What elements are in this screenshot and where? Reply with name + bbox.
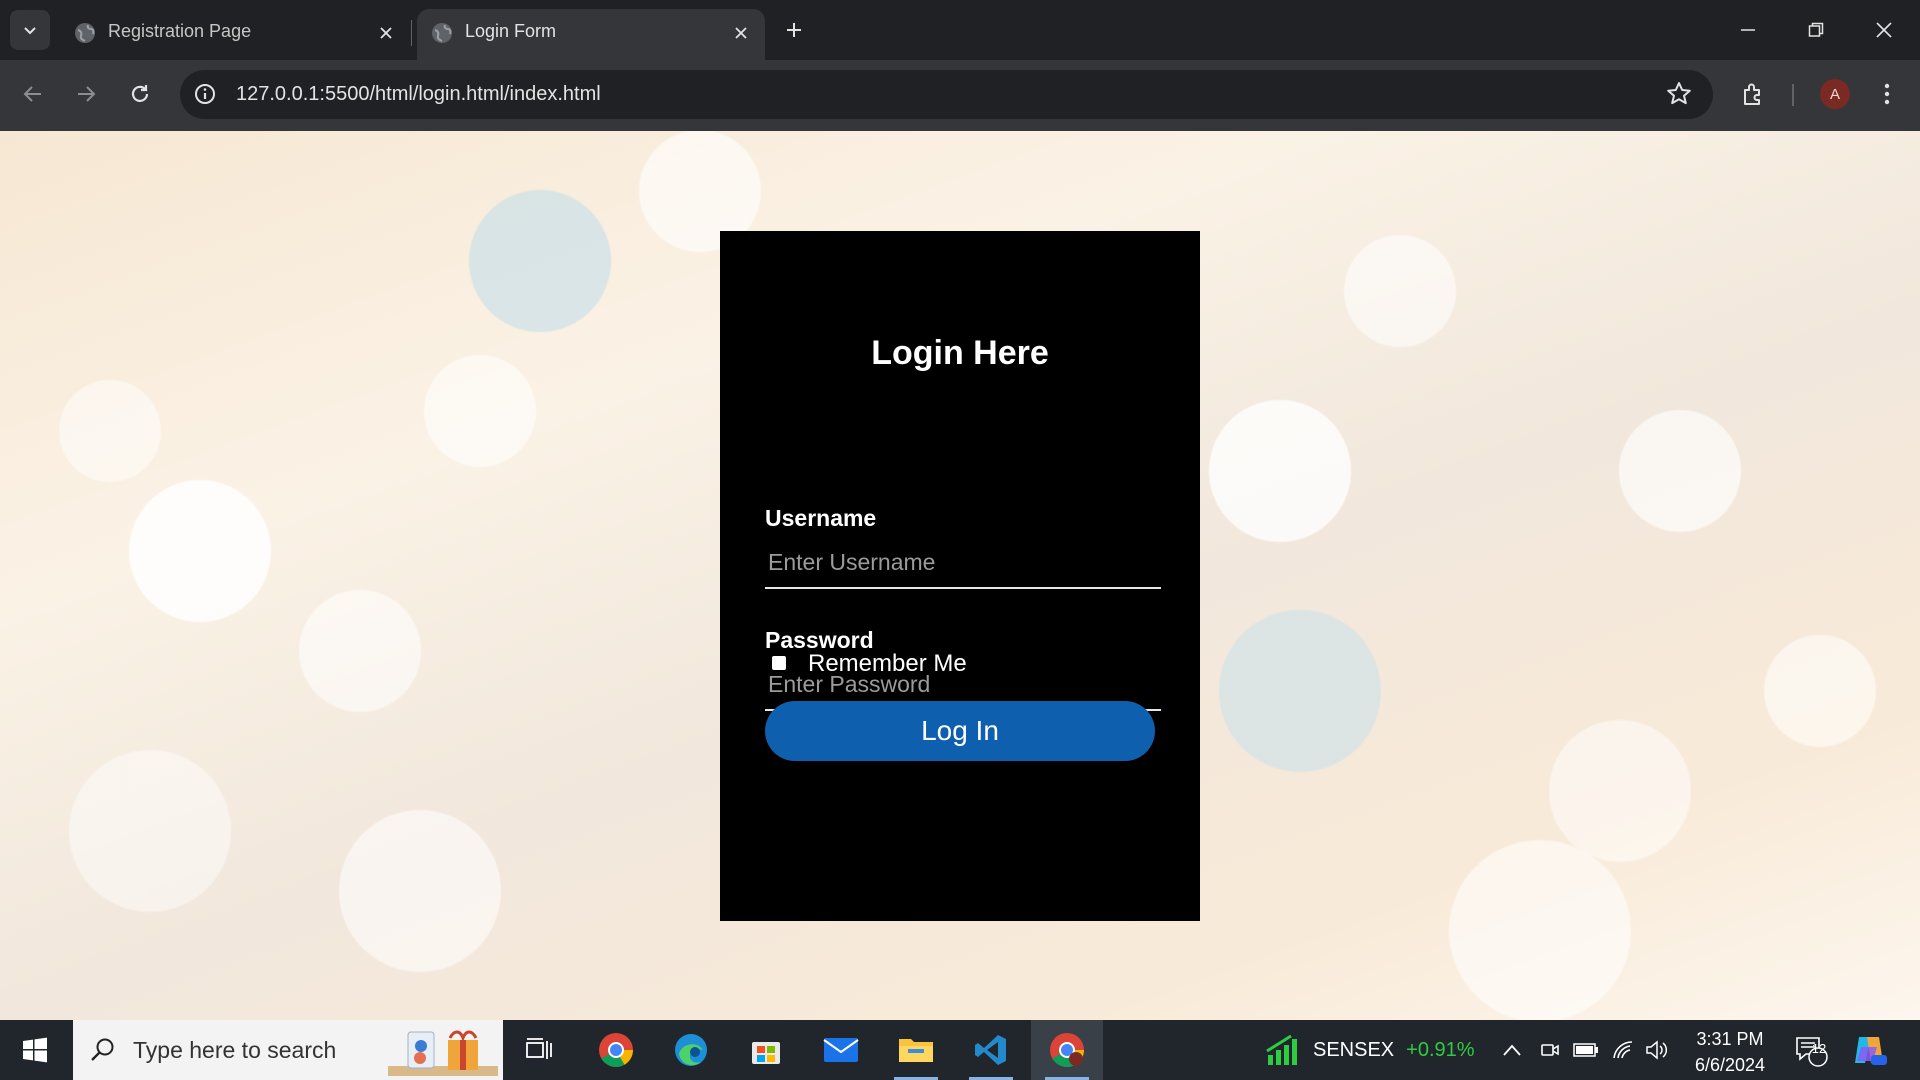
info-icon[interactable] [193,82,217,106]
login-button[interactable]: Log In [765,701,1155,761]
taskbar-search[interactable]: Type here to search [73,1020,503,1080]
meet-now-icon[interactable] [1540,1020,1560,1080]
battery-icon[interactable] [1573,1020,1599,1080]
mail-taskbar-app[interactable] [805,1020,877,1080]
close-icon [1876,22,1892,38]
wifi-icon [1613,1041,1633,1059]
edge-icon [675,1034,707,1066]
username-label: Username [765,505,877,531]
login-card: Login Here Username Password Remember Me… [720,231,1200,921]
wifi-icon[interactable] [1612,1020,1634,1080]
stock-chart-icon [1266,1034,1297,1065]
windows-icon [23,1037,47,1063]
volume-icon[interactable] [1645,1020,1669,1080]
globe-icon [75,23,95,43]
tab-registration-page[interactable]: Registration Page [60,9,410,60]
tab-search-button[interactable] [10,10,50,50]
notifications-button[interactable]: 12 [1794,1020,1828,1080]
username-input[interactable] [765,537,1161,589]
store-taskbar-app[interactable] [730,1020,802,1080]
tab-close-button[interactable] [727,19,755,47]
toolbar-divider [1792,84,1794,106]
show-hidden-icons-button[interactable] [1502,1020,1522,1080]
chevron-up-icon [1503,1044,1521,1056]
clock-date: 6/6/2024 [1694,1055,1766,1075]
edge-taskbar-app[interactable] [655,1020,727,1080]
remember-me-checkbox[interactable] [772,656,786,670]
copilot-icon [1855,1037,1887,1065]
browser-menu-button[interactable] [1867,74,1907,114]
profile-avatar[interactable]: A [1820,79,1850,109]
plus-icon [787,23,801,37]
tab-login-form[interactable]: Login Form [417,9,765,60]
close-icon [735,27,747,39]
taskbar: Type here to search SENSEX +0.91% 3:31 P… [0,1020,1920,1080]
star-icon[interactable] [1665,80,1693,108]
address-url: 127.0.0.1:5500/html/login.html/index.htm… [236,83,601,106]
page-background: Login Here Username Password Remember Me… [0,131,1920,1020]
arrow-right-icon [78,86,96,102]
tab-title: Login Form [465,21,557,41]
browser-toolbar: 127.0.0.1:5500/html/login.html/index.htm… [0,60,1920,131]
stock-widget[interactable]: SENSEX +0.91% [1265,1020,1475,1080]
restore-button[interactable] [1782,0,1850,60]
stock-change: +0.91% [1406,1038,1475,1061]
restore-icon [1808,22,1824,37]
speaker-icon [1646,1040,1668,1060]
remember-me-label[interactable]: Remember Me [808,650,967,678]
task-view-button[interactable] [503,1020,575,1080]
reload-icon [131,85,149,102]
copilot-button[interactable] [1851,1020,1887,1080]
camera-icon [1541,1044,1559,1056]
battery-icon [1573,1043,1598,1057]
chrome-active-taskbar-app[interactable] [1031,1020,1103,1080]
login-title: Login Here [871,334,1049,372]
search-highlight-art [388,1030,498,1076]
address-bar[interactable]: 127.0.0.1:5500/html/login.html/index.htm… [180,70,1713,119]
back-button[interactable] [13,74,53,114]
address-path: :5500/html/login.html/index.html [319,83,601,105]
task-view-icon [526,1038,552,1059]
browser-tab-strip: Registration Page Login Form [0,0,1920,60]
tab-separator [411,20,412,46]
tab-close-button[interactable] [372,19,400,47]
folder-icon [899,1039,933,1062]
address-host: 127.0.0.1 [236,83,320,105]
minimize-icon [1741,29,1755,31]
chevron-down-icon [24,27,36,35]
chrome-icon [1050,1033,1084,1067]
chrome-taskbar-app[interactable] [580,1020,652,1080]
globe-icon [432,23,452,43]
clock[interactable]: 3:31 PM 6/6/2024 [1675,1026,1785,1078]
forward-button[interactable] [66,74,106,114]
kebab-icon [1884,83,1890,105]
search-placeholder: Type here to search [133,1037,337,1063]
tab-title: Registration Page [108,21,252,41]
close-window-button[interactable] [1850,0,1918,60]
file-explorer-taskbar-app[interactable] [880,1020,952,1080]
stock-name: SENSEX [1313,1038,1395,1061]
mail-icon [823,1038,859,1062]
vscode-icon [975,1035,1006,1065]
notification-count: 12 [1811,1041,1827,1056]
start-button[interactable] [0,1020,70,1080]
vscode-taskbar-app[interactable] [955,1020,1027,1080]
extensions-button[interactable] [1733,74,1773,114]
arrow-left-icon [23,86,41,102]
search-icon [91,1038,114,1061]
close-icon [380,27,392,39]
minimize-button[interactable] [1714,0,1782,60]
chrome-icon [599,1033,633,1067]
reload-button[interactable] [120,74,160,114]
store-icon [752,1042,780,1064]
new-tab-button[interactable] [774,10,814,50]
clock-time: 3:31 PM [1696,1029,1764,1049]
puzzle-icon [1744,83,1760,105]
